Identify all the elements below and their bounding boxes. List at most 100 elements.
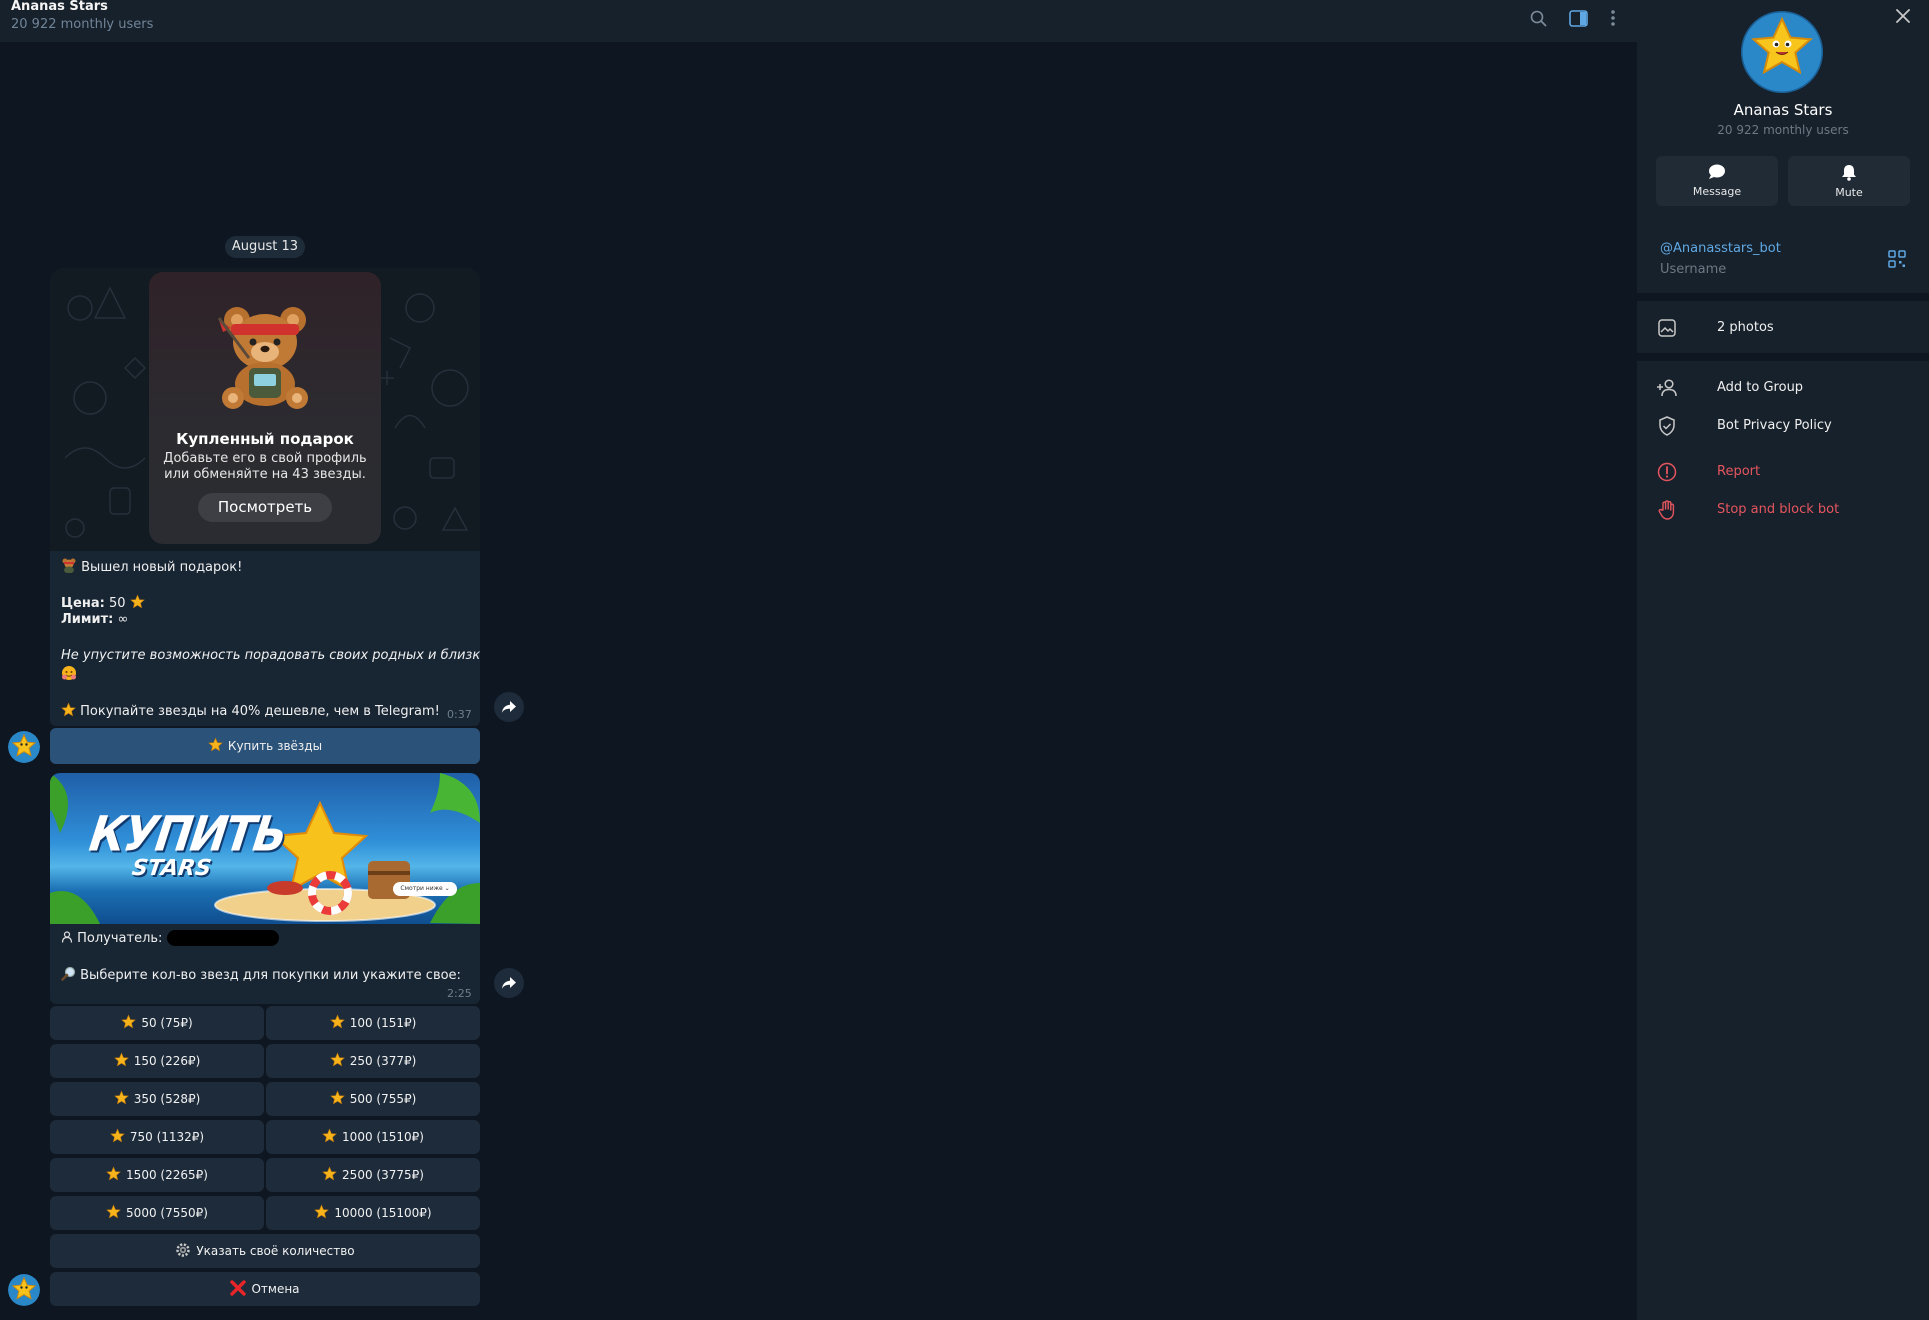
block-bot-item[interactable]: Stop and block bot (1637, 492, 1929, 528)
shield-check-icon (1656, 415, 1678, 437)
star-icon (329, 1052, 345, 1070)
teddy-bear-icon (217, 307, 308, 409)
bot-avatar-large[interactable] (1741, 11, 1823, 93)
message-bubble-gift[interactable]: Купленный подарок Добавьте его в свой пр… (50, 268, 480, 726)
report-item[interactable]: Report (1637, 454, 1929, 490)
message-button-label: Message (1692, 185, 1742, 198)
star-package-button[interactable]: 5000 (7550₽) (50, 1196, 264, 1230)
star-package-button[interactable]: 1000 (1510₽) (266, 1120, 480, 1154)
recipient-redacted (166, 930, 279, 946)
banner-subtitle: STARS (130, 856, 213, 881)
sidebar-toggle-icon[interactable] (1565, 5, 1591, 31)
photos-item[interactable]: 2 photos (1637, 310, 1929, 346)
star-package-button[interactable]: 50 (75₽) (50, 1006, 264, 1040)
limit-label: Лимит: (61, 612, 114, 627)
star-package-button[interactable]: 750 (1132₽) (50, 1120, 264, 1154)
gear-icon (175, 1242, 191, 1261)
photos-label: 2 photos (1717, 320, 1774, 335)
star-package-button[interactable]: 500 (755₽) (266, 1082, 480, 1116)
recipient-label: Получатель: (77, 931, 163, 946)
block-bot-label: Stop and block bot (1717, 502, 1840, 517)
star-package-button[interactable]: 1500 (2265₽) (50, 1158, 264, 1192)
gift-headline: Вышел новый подарок! (61, 558, 242, 575)
buy-stars-button[interactable]: Купить звёзды (50, 728, 480, 764)
gift-description: Добавьте его в свой профиль или обменяйт… (159, 451, 371, 483)
banner-pill: Смотри ниже ⌄ (393, 882, 457, 896)
mute-button[interactable]: Mute (1788, 156, 1910, 206)
more-vertical-icon[interactable] (1600, 5, 1626, 31)
buy-stars-label: Купить звёзды (227, 739, 323, 753)
recipient-line: Получатель: (61, 930, 279, 947)
close-icon[interactable] (1890, 3, 1916, 29)
cancel-label: Отмена (251, 1282, 300, 1296)
panel-divider (1637, 293, 1929, 301)
gift-card[interactable]: Купленный подарок Добавьте его в свой пр… (149, 272, 381, 544)
hug-emoji-icon (61, 665, 77, 685)
cancel-button[interactable]: Отмена (50, 1272, 480, 1306)
star-icon (322, 1128, 337, 1146)
prompt-line: Выберите кол-во звезд для покупки или ук… (61, 966, 461, 985)
star-icon (61, 702, 76, 721)
gift-desc-line2: или обменяйте на 43 звезды. (164, 467, 366, 482)
limit-value: ∞ (117, 612, 129, 627)
price-label: Цена: (61, 596, 105, 611)
hand-stop-icon (1656, 499, 1678, 521)
search-icon[interactable] (1525, 5, 1551, 31)
image-icon (1656, 317, 1678, 339)
forward-arrow-icon (502, 701, 516, 713)
star-package-button[interactable]: 10000 (15100₽) (266, 1196, 480, 1230)
star-package-label: 2500 (3775₽) (342, 1168, 424, 1182)
privacy-policy-item[interactable]: Bot Privacy Policy (1637, 408, 1929, 444)
price-line: Цена: 50 (61, 594, 145, 613)
promo-text: Покупайте звезды на 40% дешевле, чем в T… (80, 704, 440, 719)
star-package-label: 750 (1132₽) (129, 1130, 205, 1144)
star-package-button[interactable]: 2500 (3775₽) (266, 1158, 480, 1192)
star-package-button[interactable]: 350 (528₽) (50, 1082, 264, 1116)
bot-avatar-2[interactable] (8, 1274, 40, 1306)
person-icon (61, 931, 73, 947)
magnifier-icon (61, 966, 76, 985)
custom-amount-button[interactable]: Указать своё количество (50, 1234, 480, 1268)
star-icon (106, 1204, 121, 1222)
bot-avatar-1[interactable] (8, 731, 40, 763)
username-link[interactable]: @Ananasstars_bot (1660, 241, 1781, 256)
price-value: 50 (108, 596, 126, 611)
message-bubble-stars[interactable]: КУПИТЬ STARS Смотри ниже ⌄ Получатель: В… (50, 773, 480, 1004)
gift-desc-line1: Добавьте его в свой профиль (163, 451, 367, 466)
star-icon (314, 1204, 330, 1222)
chat-area: Ananas Stars 20 922 monthly users August… (0, 0, 1637, 1320)
username-label: Username (1660, 262, 1727, 277)
forward-arrow-icon (502, 977, 516, 989)
star-icon (106, 1166, 121, 1184)
star-package-label: 350 (528₽) (133, 1092, 201, 1106)
star-package-label: 10000 (15100₽) (334, 1206, 432, 1220)
forward-button-2[interactable] (494, 968, 524, 998)
qr-code-icon[interactable] (1888, 250, 1906, 268)
italic-note: Не упустите возможность порадовать своих… (61, 648, 480, 663)
star-icon (113, 1090, 129, 1108)
star-package-label: 100 (151₽) (349, 1016, 417, 1030)
star-package-button[interactable]: 100 (151₽) (266, 1006, 480, 1040)
forward-button-1[interactable] (494, 692, 524, 722)
star-icon (121, 1014, 137, 1032)
buy-stars-banner: КУПИТЬ STARS Смотри ниже ⌄ (50, 773, 480, 924)
limit-line: Лимит: ∞ (61, 612, 128, 627)
view-gift-button[interactable]: Посмотреть (198, 493, 332, 522)
star-package-button[interactable]: 150 (226₽) (50, 1044, 264, 1078)
profile-subtitle: 20 922 monthly users (1717, 123, 1849, 137)
star-package-label: 150 (226₽) (133, 1054, 201, 1068)
gift-headline-text: Вышел новый подарок! (81, 560, 243, 575)
gift-title: Купленный подарок (176, 430, 354, 448)
teddy-bear-emoji-icon (61, 558, 77, 574)
panel-divider (1637, 353, 1929, 361)
mute-button-label: Mute (1835, 185, 1863, 199)
chat-header[interactable]: Ananas Stars 20 922 monthly users (0, 0, 1637, 42)
star-icon (329, 1014, 345, 1032)
cross-icon (230, 1279, 247, 1299)
message-button[interactable]: Message (1656, 156, 1778, 206)
star-package-label: 1000 (1510₽) (342, 1130, 424, 1144)
add-to-group-item[interactable]: Add to Group (1637, 370, 1929, 406)
custom-amount-label: Указать своё количество (196, 1244, 355, 1258)
message-time: 0:37 (447, 708, 472, 721)
star-package-button[interactable]: 250 (377₽) (266, 1044, 480, 1078)
